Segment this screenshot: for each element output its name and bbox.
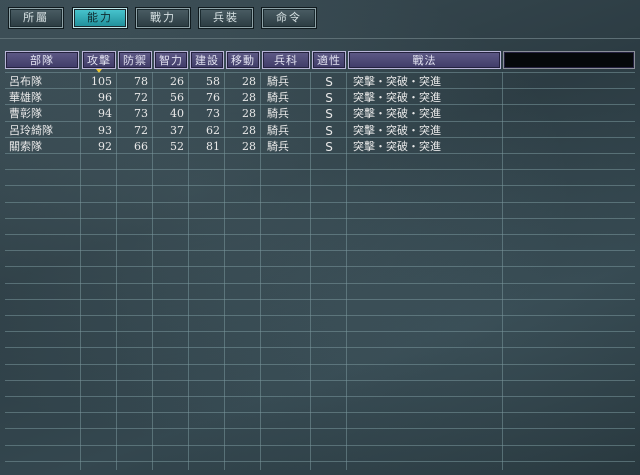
cell-troop-type: 騎兵	[267, 123, 289, 137]
grid-hline	[5, 250, 635, 252]
cell-tactics: 突擊・突破・突進	[353, 139, 441, 153]
grid-hline	[5, 428, 635, 430]
tab-orders[interactable]: 命令	[262, 8, 316, 28]
tab-ability[interactable]: 能力	[73, 8, 127, 28]
tab-bar: 所屬 能力 戰力 兵裝 命令	[0, 0, 640, 42]
grid-hline	[5, 363, 635, 365]
cell-aptitude: S	[325, 75, 333, 89]
cell-tactics: 突擊・突破・突進	[353, 75, 441, 88]
cell-aptitude: S	[325, 139, 333, 154]
table-row[interactable]: 呂布隊 105 78 26 58 28 騎兵 S 突擊・突破・突進	[5, 74, 635, 90]
cell-move: 28	[242, 91, 256, 105]
header-defense[interactable]: 防禦	[118, 51, 152, 69]
grid-hline	[5, 282, 635, 284]
header-unit[interactable]: 部隊	[5, 51, 79, 69]
cell-attack: 92	[98, 139, 112, 153]
tab-affiliation[interactable]: 所屬	[9, 8, 63, 28]
cell-intellect: 26	[170, 75, 184, 88]
cell-intellect: 40	[170, 107, 184, 121]
cell-move: 28	[242, 139, 256, 153]
grid-hline	[5, 298, 635, 300]
cell-construct: 81	[206, 139, 220, 153]
cell-troop-type: 騎兵	[267, 91, 289, 105]
grid-hline	[5, 201, 635, 203]
header-attack-label: 攻擊	[87, 54, 111, 67]
cell-intellect: 56	[170, 91, 184, 105]
grid-hline	[5, 217, 635, 219]
tab-combat-power[interactable]: 戰力	[136, 8, 190, 28]
header-attack[interactable]: 攻擊	[82, 51, 116, 73]
table-row[interactable]: 華雄隊 96 72 56 76 28 騎兵 S 突擊・突破・突進	[5, 90, 635, 106]
grid-hline	[5, 315, 635, 316]
cell-unit: 曹彰隊	[9, 107, 42, 121]
table-row[interactable]: 呂玲綺隊 93 72 37 62 28 騎兵 S 突擊・突破・突進	[5, 123, 635, 139]
header-construct[interactable]: 建設	[190, 51, 224, 69]
header-troop-type[interactable]: 兵科	[262, 51, 310, 69]
top-divider	[0, 38, 640, 39]
grid-hline	[5, 347, 635, 349]
cell-move: 28	[242, 123, 256, 137]
cell-unit: 華雄隊	[9, 91, 42, 105]
cell-aptitude: S	[325, 91, 333, 106]
cell-construct: 58	[206, 75, 220, 88]
cell-defense: 78	[134, 75, 148, 88]
cell-intellect: 52	[170, 139, 184, 153]
cell-move: 28	[242, 107, 256, 121]
header-aptitude[interactable]: 適性	[312, 51, 346, 69]
cell-construct: 76	[206, 91, 220, 105]
cell-unit: 呂玲綺隊	[9, 123, 53, 137]
grid-hline	[5, 396, 635, 397]
unit-table: 部隊 攻擊 防禦 智力 建設 移動 兵科 適性 戰法 呂布隊 105 78 26 58 2…	[5, 51, 635, 471]
grid-hline	[5, 266, 635, 268]
grid-hline	[5, 72, 635, 73]
header-move[interactable]: 移動	[226, 51, 260, 69]
cell-construct: 62	[206, 123, 220, 137]
header-intellect[interactable]: 智力	[154, 51, 188, 69]
cell-troop-type: 騎兵	[267, 75, 289, 88]
cell-defense: 72	[134, 91, 148, 105]
table-row[interactable]: 關索隊 92 66 52 81 28 騎兵 S 突擊・突破・突進	[5, 139, 635, 155]
header-blank-panel	[503, 51, 635, 69]
grid-hline	[5, 412, 635, 414]
cell-unit: 關索隊	[9, 139, 42, 153]
cell-intellect: 37	[170, 123, 184, 137]
cell-attack: 94	[98, 107, 112, 121]
cell-aptitude: S	[325, 107, 333, 122]
cell-tactics: 突擊・突破・突進	[353, 91, 441, 105]
header-tactics[interactable]: 戰法	[348, 51, 501, 69]
cell-troop-type: 騎兵	[267, 139, 289, 153]
grid-hline	[5, 185, 635, 187]
grid-hline	[5, 460, 635, 462]
grid-hline	[5, 331, 635, 333]
cell-defense: 72	[134, 123, 148, 137]
cell-tactics: 突擊・突破・突進	[353, 107, 441, 121]
tab-equipment[interactable]: 兵裝	[199, 8, 253, 28]
cell-aptitude: S	[325, 123, 333, 138]
table-row[interactable]: 曹彰隊 94 73 40 73 28 騎兵 S 突擊・突破・突進	[5, 106, 635, 122]
cell-construct: 73	[206, 107, 220, 121]
grid-hline	[5, 169, 635, 171]
grid-hline	[5, 379, 635, 381]
grid-hline	[5, 234, 635, 235]
cell-defense: 66	[134, 139, 148, 153]
cell-unit: 呂布隊	[9, 75, 42, 88]
cell-defense: 73	[134, 107, 148, 121]
cell-tactics: 突擊・突破・突進	[353, 123, 441, 137]
cell-attack: 105	[91, 75, 112, 88]
cell-troop-type: 騎兵	[267, 107, 289, 121]
cell-attack: 93	[98, 123, 112, 137]
grid-hline	[5, 444, 635, 446]
cell-attack: 96	[98, 91, 112, 105]
cell-move: 28	[242, 75, 256, 88]
